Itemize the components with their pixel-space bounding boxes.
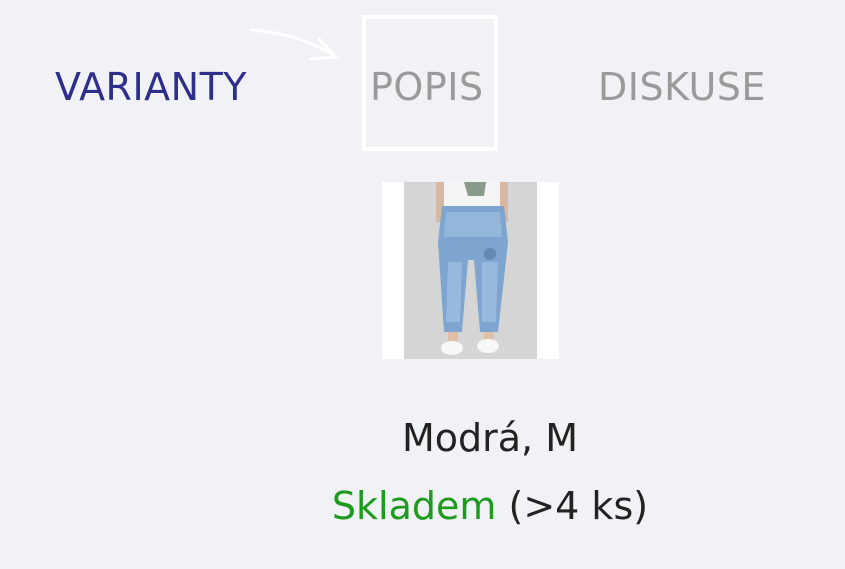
- variant-name: Modrá, M: [401, 416, 578, 460]
- variant-thumbnail[interactable]: [382, 182, 559, 359]
- product-tabs: VARIANTY POPIS DISKUSE: [0, 0, 845, 170]
- jeans-product-thumbnail: [404, 182, 537, 359]
- tab-varianty[interactable]: VARIANTY: [55, 62, 247, 112]
- stock-label: Skladem: [331, 484, 497, 528]
- stock-count: (>4 ks): [508, 484, 649, 528]
- tab-diskuse[interactable]: DISKUSE: [598, 62, 766, 112]
- arrow-right-icon: [249, 28, 338, 61]
- stock-status: Skladem (>4 ks): [0, 478, 845, 534]
- tab-popis[interactable]: POPIS: [370, 62, 484, 112]
